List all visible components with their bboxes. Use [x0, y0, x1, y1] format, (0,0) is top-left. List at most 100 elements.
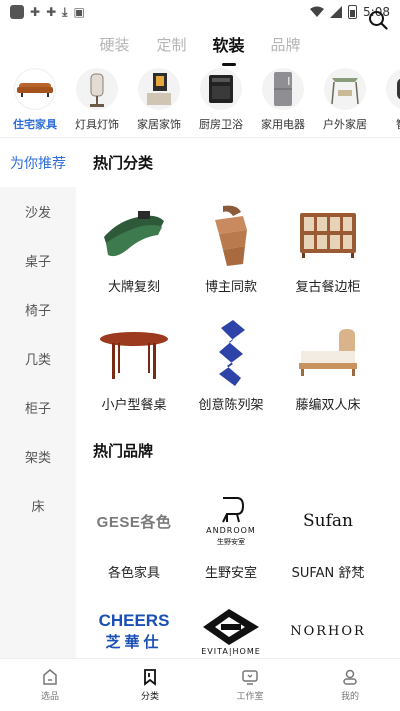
category-card-label: 博主同款 — [204, 280, 257, 295]
tab-brand[interactable]: 品牌 — [257, 34, 314, 55]
category-label: 厨房卫浴 — [199, 118, 243, 131]
search-button[interactable] — [366, 8, 390, 32]
brand-card[interactable]: GESE各色 各色家具 — [84, 486, 184, 582]
category-card[interactable]: 藤编双人床 — [278, 318, 378, 413]
category-label: 住宅家具 — [13, 118, 57, 131]
search-icon — [369, 11, 388, 30]
bookmark-icon — [144, 669, 156, 686]
zigzag-shelf-icon — [191, 318, 271, 388]
battery-icon — [348, 5, 358, 19]
nav-label: 选品 — [40, 692, 59, 702]
green-sofa-icon — [94, 200, 174, 270]
brand-logo-text: ANDROOM — [206, 525, 256, 535]
wood-chair-icon — [191, 200, 271, 270]
brand-card[interactable]: NORHOR — [278, 596, 378, 658]
category-card[interactable]: 创意陈列架 — [181, 318, 281, 413]
category-card-label: 大牌复刻 — [107, 280, 160, 295]
status-bar: ✚ ✚ ⤓ ▣ 5:08 — [0, 0, 400, 24]
sidebar-item-side-table[interactable]: 几类 — [0, 334, 76, 383]
sidebar-item-shelf[interactable]: 架类 — [0, 432, 76, 481]
nav-item-studio[interactable]: 工作室 — [200, 659, 300, 711]
nav-item-selection[interactable]: 选品 — [0, 659, 100, 711]
stove-icon — [200, 68, 242, 110]
nav-label: 分类 — [140, 692, 159, 702]
nav-label: 工作室 — [236, 692, 264, 702]
brand-logo-norhor: NORHOR — [288, 596, 368, 658]
swing-icon — [324, 68, 366, 110]
category-label: 家用电器 — [261, 118, 305, 131]
lamp-icon — [76, 68, 118, 110]
brand-logo-gese: GESE各色 — [94, 486, 174, 556]
brand-logo-subtext: 芝華仕 — [105, 632, 163, 651]
category-label: 家居家饰 — [137, 118, 181, 131]
category-strip: 住宅家具 灯具灯饰 家居家饰 厨房卫浴 家用电器 户外家居 智能 — [0, 64, 400, 138]
notification-icon: ✚ — [30, 5, 41, 19]
home-icon — [43, 669, 57, 685]
sidebar-item-sofa[interactable]: 沙发 — [0, 187, 76, 236]
bottom-nav: 选品 分类 工作室 我的 — [0, 658, 400, 711]
wifi-icon — [310, 6, 325, 17]
tab-custom[interactable]: 定制 — [143, 34, 200, 55]
sidebar: 为你推荐 沙发 桌子 椅子 几类 柜子 架类 床 — [0, 138, 76, 658]
brand-logo-androom: ANDROOM 生野安室 — [191, 486, 271, 556]
section-title-hot-brands: 热门品牌 — [93, 442, 154, 460]
nav-label: 我的 — [340, 692, 359, 702]
category-card-label: 藤编双人床 — [295, 398, 361, 413]
brand-card[interactable]: ANDROOM 生野安室 生野安室 — [181, 486, 281, 581]
sidebar-item-bed[interactable]: 床 — [0, 481, 76, 530]
category-residential-furniture[interactable]: 住宅家具 — [4, 64, 66, 138]
smart-device-icon — [386, 68, 400, 110]
category-kitchen-bath[interactable]: 厨房卫浴 — [190, 64, 252, 138]
sidebar-item-cabinet[interactable]: 柜子 — [0, 383, 76, 432]
tab-hard-decoration[interactable]: 硬装 — [86, 34, 143, 55]
brand-card[interactable]: EVITA|HOME — [181, 596, 281, 658]
brand-logo-sufan: Sufan — [288, 486, 368, 556]
category-card-label: 小户型餐桌 — [101, 398, 167, 413]
category-appliances[interactable]: 家用电器 — [252, 64, 314, 138]
nav-item-category[interactable]: 分类 — [100, 659, 200, 711]
brand-logo-text: CHEERS — [98, 610, 170, 630]
category-outdoor[interactable]: 户外家居 — [314, 64, 376, 138]
brand-card-label: 各色家具 — [107, 566, 160, 581]
brand-logo-text: EVITA|HOME — [201, 646, 261, 656]
fridge-icon — [262, 68, 304, 110]
category-card[interactable]: 博主同款 — [181, 200, 281, 295]
sidebar-item-table[interactable]: 桌子 — [0, 236, 76, 285]
section-title-hot-categories: 热门分类 — [93, 154, 154, 172]
download-icon: ⤓ — [62, 4, 68, 19]
brand-logo-text: NORHOR — [290, 623, 366, 639]
category-card[interactable]: 小户型餐桌 — [84, 318, 184, 413]
brand-card-label: 生野安室 — [204, 566, 257, 581]
sidebar-item-chair[interactable]: 椅子 — [0, 285, 76, 334]
sidebar-item-recommended[interactable]: 为你推荐 — [0, 138, 76, 187]
main-content: 热门分类 大牌复刻 博主同款 复古餐边柜 小户型餐桌 创意陈列架 藤编双人床 热… — [76, 138, 400, 658]
category-lighting[interactable]: 灯具灯饰 — [66, 64, 128, 138]
category-card[interactable]: 大牌复刻 — [84, 200, 184, 295]
brand-logo-subtext: 生野安室 — [217, 537, 245, 546]
notification-icon: ✚ — [46, 5, 57, 19]
brand-logo-cheers: CHEERS 芝華仕 — [94, 596, 174, 658]
brand-card[interactable]: CHEERS 芝華仕 — [84, 596, 184, 658]
category-label: 智能 — [396, 116, 400, 132]
studio-icon — [242, 670, 258, 685]
signal-icon — [330, 6, 343, 18]
category-card-label: 复古餐边柜 — [295, 280, 361, 295]
decor-icon — [138, 68, 180, 110]
sofa-icon — [14, 68, 56, 110]
notification-icon: ▣ — [73, 5, 85, 19]
category-label: 灯具灯饰 — [75, 118, 119, 131]
rattan-bed-icon — [288, 318, 368, 388]
chair-logo-icon — [222, 496, 245, 522]
category-card-label: 创意陈列架 — [198, 398, 264, 413]
profile-icon — [343, 669, 357, 685]
category-card[interactable]: 复古餐边柜 — [278, 200, 378, 295]
top-tabs: 硬装 定制 软装 品牌 — [0, 24, 400, 64]
tab-soft-decoration[interactable]: 软装 — [200, 32, 257, 56]
nav-item-profile[interactable]: 我的 — [300, 659, 400, 711]
brand-logo-text: GESE各色 — [96, 513, 172, 531]
category-home-decor[interactable]: 家居家饰 — [128, 64, 190, 138]
brand-card[interactable]: Sufan SUFAN 舒梵 — [278, 486, 378, 581]
category-smart[interactable]: 智能 — [376, 64, 400, 138]
brand-logo-evita: EVITA|HOME — [191, 596, 271, 658]
category-label: 户外家居 — [323, 118, 367, 131]
